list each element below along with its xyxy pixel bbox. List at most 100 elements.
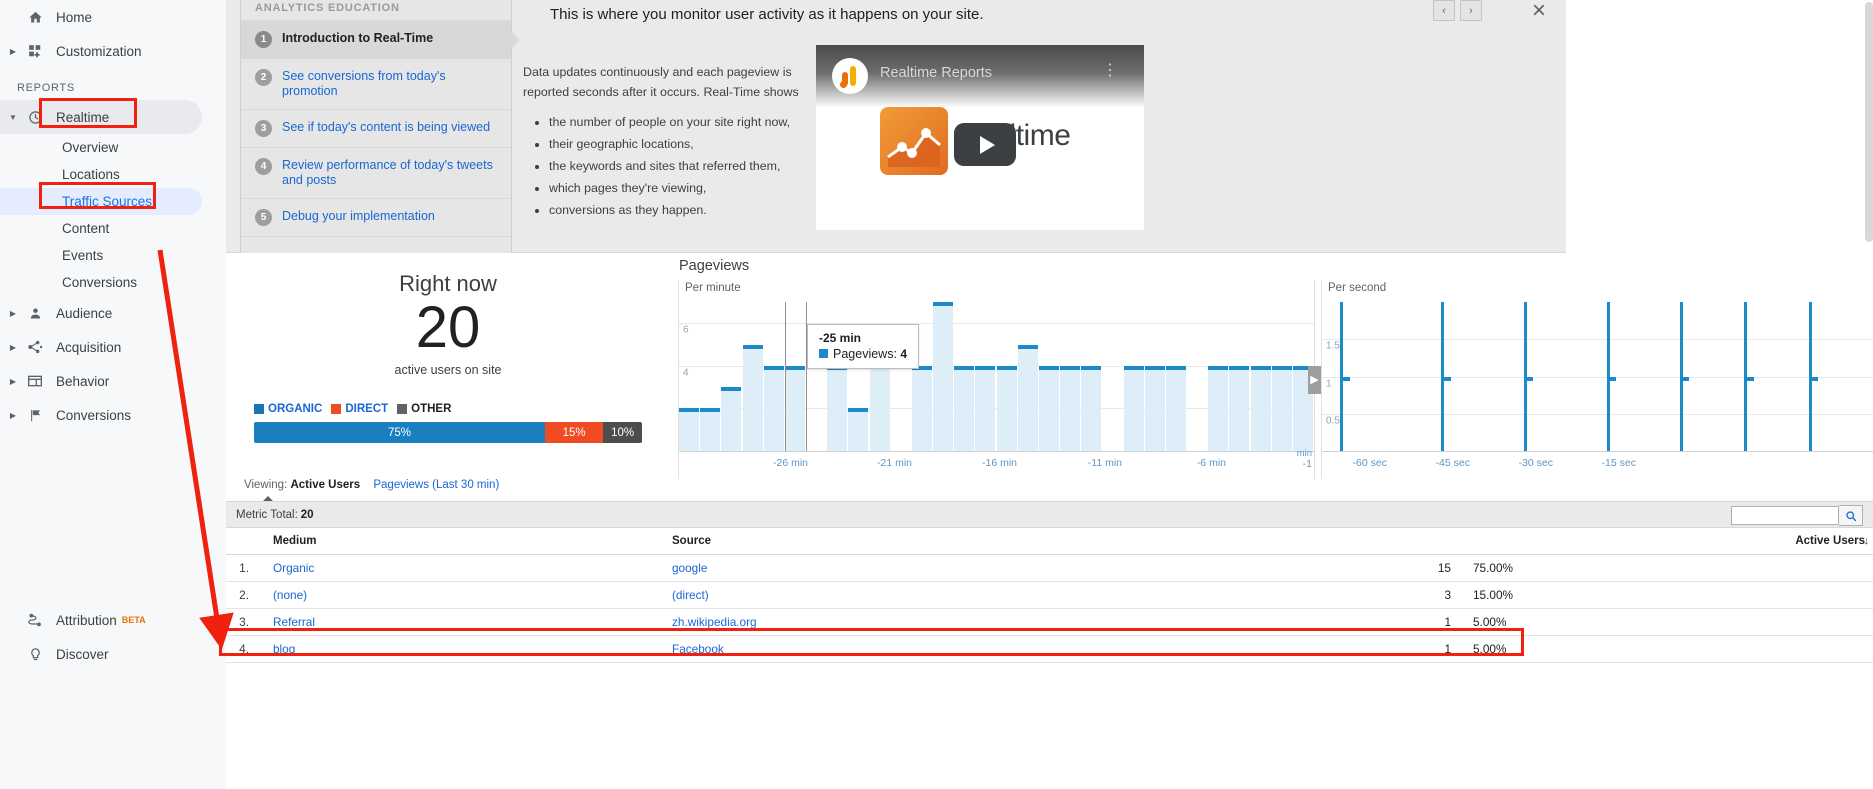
chart-bar[interactable] [1250,365,1271,451]
sidebar-item-behavior[interactable]: ▶ Behavior [0,364,226,398]
prev-button[interactable]: ‹ [1433,0,1455,21]
table-row[interactable]: 3. Referral zh.wikipedia.org 1 5.00% [226,608,1873,636]
column-medium[interactable]: Medium [258,528,672,555]
chart-bar-cap [1123,365,1144,370]
sidebar-item-locations[interactable]: Locations [0,161,226,188]
column-source[interactable]: Source [672,528,1407,555]
per-minute-plot[interactable]: 246 [679,302,1314,451]
chart-spike[interactable] [1441,302,1445,451]
per-second-x-axis: -60 sec -45 sec -30 sec -15 sec [1322,451,1873,479]
sidebar-item-conversions[interactable]: ▶ Conversions [0,398,226,432]
row-medium[interactable]: blog [258,635,672,663]
education-step-2[interactable]: 2 See conversions from today's promotion [241,58,511,109]
chart-spike[interactable] [1524,302,1528,451]
y-tick: 0.5 [1326,415,1340,427]
chart-bar[interactable] [1123,365,1144,451]
sidebar-item-realtime[interactable]: ▼ Realtime [0,100,202,134]
row-source[interactable]: google [672,554,1407,582]
search-icon[interactable] [1839,505,1863,526]
education-step-1[interactable]: 1 Introduction to Real-Time [241,20,520,58]
chart-bar-cap [1250,365,1271,370]
chart-bar[interactable] [1017,344,1038,451]
education-step-3[interactable]: 3 See if today's content is being viewed [241,109,511,147]
row-source[interactable]: Facebook [672,635,1407,663]
chart-bar[interactable] [1271,365,1292,451]
viewing-tab-pageviews[interactable]: Pageviews (Last 30 min) [373,479,499,491]
sort-descending-icon[interactable]: ↓ [1864,535,1870,547]
sidebar-item-events[interactable]: Events [0,242,226,269]
education-step-5[interactable]: 5 Debug your implementation [241,198,511,236]
chart-bar[interactable] [1144,365,1165,451]
row-source[interactable]: zh.wikipedia.org [672,608,1407,636]
sidebar-item-label: Behavior [56,373,110,389]
education-step-4[interactable]: 4 Review performance of today's tweets a… [241,147,511,198]
row-users: 15 [1407,554,1459,582]
sidebar-item-discover[interactable]: Discover [0,637,109,671]
sidebar-item-audience[interactable]: ▶ Audience [0,296,226,330]
row-medium[interactable]: Organic [258,554,672,582]
chart-bar[interactable] [933,302,954,451]
chart-bar[interactable] [1208,365,1229,451]
viewing-tab-active-users[interactable]: Active Users [290,479,360,491]
sidebar-item-content[interactable]: Content [0,215,226,242]
google-analytics-logo-icon [832,58,868,94]
play-button[interactable] [954,123,1016,166]
chart-bar[interactable] [1038,365,1059,451]
per-second-plot[interactable]: 0.5 1 1.5 [1322,302,1873,451]
chart-bar-cap [954,365,975,370]
next-button[interactable]: › [1460,0,1482,21]
row-medium[interactable]: (none) [258,581,672,609]
chart-bar[interactable] [700,408,721,451]
sidebar-item-customization[interactable]: ▶ Customization [0,34,226,68]
chart-bar[interactable] [784,365,805,451]
sidebar-item-acquisition[interactable]: ▶ Acquisition [0,330,226,364]
chart-bar[interactable] [911,365,932,451]
row-medium[interactable]: Referral [258,608,672,636]
education-paragraph: Data updates continuously and each pagev… [523,65,799,99]
list-divider [241,236,511,237]
chart-bar[interactable] [1229,365,1250,451]
legend-swatch-icon [331,404,342,414]
chart-bar[interactable] [1081,365,1102,451]
chart-spike[interactable] [1808,302,1812,451]
chart-scroll-right-icon[interactable]: ▶ [1308,365,1321,394]
chart-bar[interactable] [996,365,1017,451]
chart-spike[interactable] [1680,302,1684,451]
row-percent: 75.00% [1459,554,1873,582]
chart-bar[interactable] [975,365,996,451]
chart-bar[interactable] [679,408,700,451]
more-options-icon[interactable]: ⋮ [1102,63,1118,79]
close-icon[interactable]: × [1532,0,1546,25]
chart-spike[interactable] [1606,302,1610,451]
column-active-users[interactable]: Active Users ↓ [1407,528,1873,555]
chart-bar-cap [1271,365,1292,370]
chart-bar[interactable] [1060,365,1081,451]
chart-bar[interactable] [763,365,784,451]
scrollbar-thumb[interactable] [1865,2,1873,242]
sidebar-item-home[interactable]: Home [0,0,226,34]
sidebar-item-conversions-realtime[interactable]: Conversions [0,269,226,296]
chart-spike[interactable] [1744,302,1748,451]
chart-bar[interactable] [954,365,975,451]
row-source[interactable]: (direct) [672,581,1407,609]
table-row[interactable]: 1. Organic google 15 75.00% [226,554,1873,582]
chart-bar[interactable] [827,365,848,451]
step-number: 3 [255,120,272,137]
chart-bar-cap [784,365,805,370]
step-number: 4 [255,158,272,175]
chart-bar[interactable] [1165,365,1186,451]
education-video-thumbnail[interactable]: Realtime Reports ⋮ Realtime [816,45,1144,230]
sidebar-item-traffic-sources[interactable]: Traffic Sources [0,188,202,215]
table-row[interactable]: 4. blog Facebook 1 5.00% [226,635,1873,663]
search-input[interactable] [1731,506,1839,525]
chart-bar[interactable] [721,387,742,451]
table-row[interactable]: 2. (none) (direct) 3 15.00% [226,581,1873,609]
chart-spike[interactable] [1340,302,1344,451]
home-icon [22,10,48,25]
chart-bar[interactable] [742,344,763,451]
sidebar-item-overview[interactable]: Overview [0,134,226,161]
viewing-bar: Viewing: Active Users Pageviews (Last 30… [226,479,1873,501]
chart-bar[interactable] [848,408,869,451]
sidebar-item-attribution[interactable]: Attribution BETA [0,603,146,637]
step-number: 1 [255,31,272,48]
